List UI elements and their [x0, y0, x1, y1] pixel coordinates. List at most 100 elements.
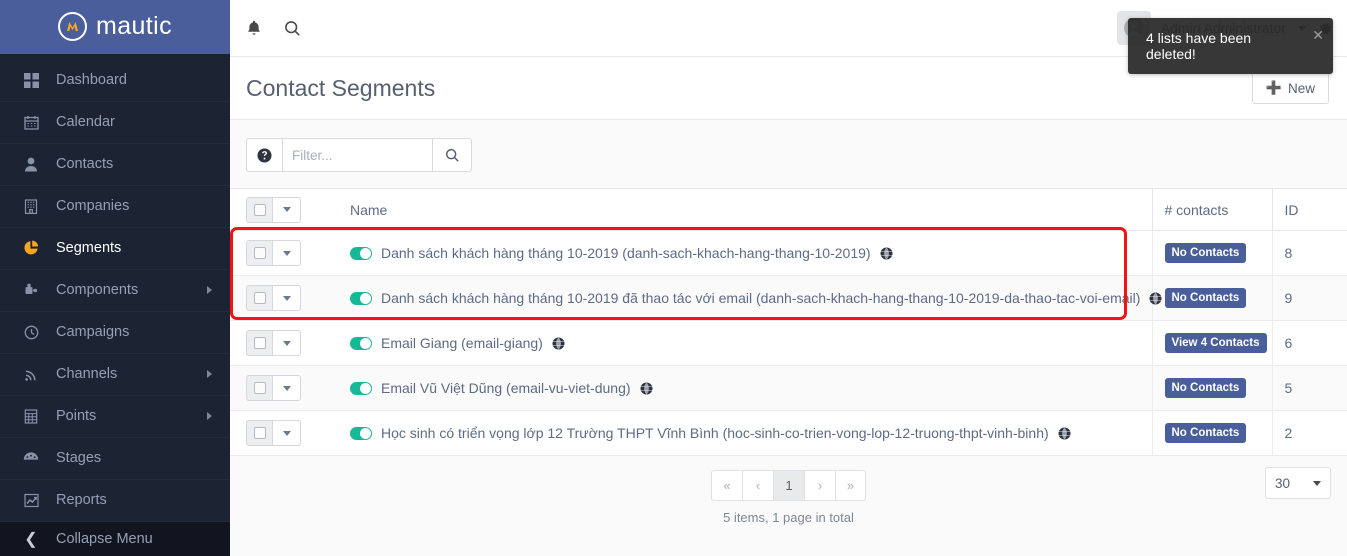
puzzle-icon [22, 283, 40, 298]
column-name[interactable]: Name [338, 188, 1152, 231]
table-head: Name # contacts ID [230, 188, 1347, 231]
search-submit-button[interactable] [432, 138, 472, 172]
row-checkbox[interactable] [246, 420, 273, 446]
plus-icon: ➕ [1265, 80, 1282, 95]
row-contacts-cell: No Contacts [1151, 410, 1272, 456]
row-select-cell [230, 230, 338, 276]
pagination-next[interactable]: › [804, 470, 835, 501]
sidebar-item-contacts[interactable]: Contacts [0, 144, 230, 186]
contacts-badge[interactable]: No Contacts [1164, 423, 1247, 443]
sidebar-item-channels[interactable]: Channels [0, 354, 230, 396]
page-size-select[interactable]: 30 [1265, 467, 1331, 499]
select-all-dropdown[interactable] [273, 196, 301, 223]
row-checkbox[interactable] [246, 375, 273, 401]
table-row[interactable]: Danh sách khách hàng tháng 10-2019 đã th… [230, 275, 1347, 321]
chevron-right-icon [207, 412, 212, 421]
row-actions-dropdown[interactable] [273, 285, 301, 311]
row-name-cell: Danh sách khách hàng tháng 10-2019 (danh… [338, 230, 1152, 276]
calendar-icon [22, 115, 40, 130]
contacts-badge[interactable]: No Contacts [1164, 288, 1247, 308]
row-checkbox[interactable] [246, 240, 273, 266]
row-checkbox[interactable] [246, 285, 273, 311]
sidebar-item-label: Calendar [56, 114, 115, 131]
collapse-menu-button[interactable]: ❮ Collapse Menu [0, 521, 230, 556]
sidebar-item-label: Components [56, 282, 139, 299]
segment-link[interactable]: Danh sách khách hàng tháng 10-2019 (danh… [381, 245, 871, 261]
pagination-page-1[interactable]: 1 [773, 470, 804, 501]
page-size-value: 30 [1275, 475, 1291, 491]
segment-link[interactable]: Học sinh có triển vọng lớp 12 Trường THP… [381, 425, 1049, 441]
table-row[interactable]: Email Vũ Việt Dũng (email-vu-viet-dung) … [230, 365, 1347, 411]
column-id[interactable]: ID [1271, 188, 1347, 231]
row-name-cell: Email Vũ Việt Dũng (email-vu-viet-dung) [338, 365, 1152, 411]
select-all-group [246, 196, 301, 223]
segment-link[interactable]: Danh sách khách hàng tháng 10-2019 đã th… [381, 290, 1140, 306]
row-select-group [246, 330, 301, 356]
column-contacts[interactable]: # contacts [1151, 188, 1272, 231]
new-button[interactable]: ➕ New [1251, 72, 1329, 104]
row-select-group [246, 420, 301, 446]
sidebar-item-reports[interactable]: Reports [0, 480, 230, 522]
segment-link[interactable]: Email Giang (email-giang) [381, 335, 543, 351]
row-contacts-cell: No Contacts [1151, 230, 1272, 276]
globe-icon [640, 382, 653, 395]
contacts-badge[interactable]: No Contacts [1164, 243, 1247, 263]
page-title: Contact Segments [246, 74, 436, 101]
search-icon[interactable] [284, 20, 301, 37]
sidebar-item-dashboard[interactable]: Dashboard [0, 60, 230, 102]
sidebar-item-stages[interactable]: Stages [0, 438, 230, 480]
pagination-first[interactable]: « [711, 470, 742, 501]
row-checkbox[interactable] [246, 330, 273, 356]
table-row[interactable]: Học sinh có triển vọng lớp 12 Trường THP… [230, 410, 1347, 456]
sidebar-nav: Dashboard Calendar Contacts Companies Se… [0, 54, 230, 522]
publish-toggle[interactable] [350, 426, 372, 440]
publish-toggle[interactable] [350, 291, 372, 305]
sidebar-item-components[interactable]: Components [0, 270, 230, 312]
mautic-app: mautic Dashboard Calendar Contacts Compa… [0, 0, 1347, 556]
segment-link[interactable]: Email Vũ Việt Dũng (email-vu-viet-dung) [381, 380, 631, 396]
sidebar-item-label: Points [56, 408, 97, 425]
sidebar-item-label: Campaigns [56, 324, 130, 341]
publish-toggle[interactable] [350, 246, 372, 260]
row-actions-dropdown[interactable] [273, 420, 301, 446]
row-name-cell: Học sinh có triển vọng lớp 12 Trường THP… [338, 410, 1152, 456]
contacts-badge[interactable]: View 4 Contacts [1164, 333, 1267, 353]
topbar: Admin Administrator 4 lists have been de… [230, 0, 1347, 74]
sidebar-item-points[interactable]: Points [0, 396, 230, 438]
select-all-checkbox[interactable] [246, 196, 273, 223]
sidebar-item-label: Segments [56, 240, 122, 257]
row-actions-dropdown[interactable] [273, 240, 301, 266]
row-actions-dropdown[interactable] [273, 330, 301, 356]
row-actions-dropdown[interactable] [273, 375, 301, 401]
globe-icon [1058, 427, 1071, 440]
sidebar-item-label: Companies [56, 198, 130, 215]
sidebar-item-segments[interactable]: Segments [0, 228, 230, 270]
table-row[interactable]: Email Giang (email-giang) View 4 Contact… [230, 320, 1347, 366]
contacts-badge[interactable]: No Contacts [1164, 378, 1247, 398]
close-icon[interactable]: ✕ [1312, 28, 1324, 42]
pagination-group: « ‹ 1 › » [711, 470, 866, 501]
sidebar-item-label: Channels [56, 366, 118, 383]
table-row[interactable]: Danh sách khách hàng tháng 10-2019 (danh… [230, 230, 1347, 276]
sidebar-item-label: Reports [56, 492, 107, 509]
row-select-group [246, 285, 301, 311]
sidebar-item-campaigns[interactable]: Campaigns [0, 312, 230, 354]
row-select-cell [230, 320, 338, 366]
chevron-left-icon: ❮ [24, 530, 38, 548]
sidebar-item-companies[interactable]: Companies [0, 186, 230, 228]
pagination-last[interactable]: » [835, 470, 866, 501]
segments-table: Name # contacts ID Danh sách khách hàng … [230, 188, 1347, 456]
question-circle-icon[interactable] [246, 138, 282, 172]
sidebar-item-calendar[interactable]: Calendar [0, 102, 230, 144]
table-body: Danh sách khách hàng tháng 10-2019 (danh… [230, 230, 1347, 456]
row-select-cell [230, 275, 338, 321]
search-input[interactable] [282, 138, 432, 172]
publish-toggle[interactable] [350, 336, 372, 350]
publish-toggle[interactable] [350, 381, 372, 395]
pagination: « ‹ 1 › » [230, 470, 1347, 501]
row-name-cell: Email Giang (email-giang) [338, 320, 1152, 366]
bell-icon[interactable] [246, 20, 262, 37]
pagination-prev[interactable]: ‹ [742, 470, 773, 501]
brand-logo[interactable]: mautic [0, 0, 230, 54]
sidebar-item-label: Stages [56, 450, 102, 467]
